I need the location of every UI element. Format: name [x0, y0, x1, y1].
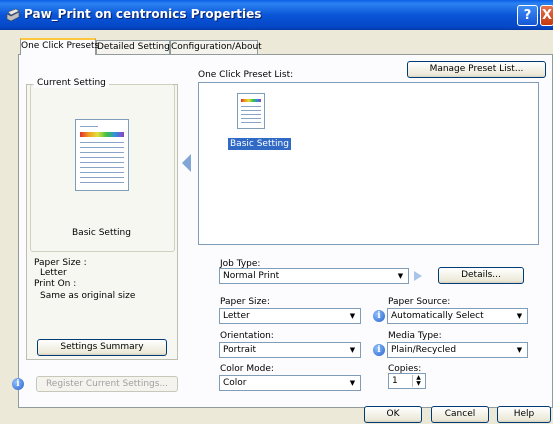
paper-size-select[interactable]: Letter ▼	[219, 308, 361, 324]
chevron-down-icon: ▼	[346, 377, 359, 389]
preset-basic-icon[interactable]	[237, 93, 265, 129]
copies-value: 1	[392, 376, 398, 386]
settings-summary-button[interactable]: Settings Summary	[37, 339, 167, 356]
paper-source-select[interactable]: Automatically Select ▼	[387, 308, 528, 324]
job-type-select[interactable]: Normal Print ▼	[219, 268, 409, 284]
paper-source-label: Paper Source:	[388, 297, 451, 307]
color-mode-value: Color	[223, 378, 247, 388]
chevron-down-icon: ▼	[513, 344, 526, 356]
close-button[interactable]: X	[540, 5, 553, 26]
info-icon: i	[12, 378, 24, 390]
print-on-summary-value: Same as original size	[40, 291, 136, 301]
paper-source-value: Automatically Select	[391, 311, 484, 321]
arrow-right-icon	[414, 271, 422, 281]
title-bar: Paw_Print on centronics Properties ? X	[0, 0, 553, 30]
media-type-value: Plain/Recycled	[391, 345, 457, 355]
chevron-down-icon: ▼	[346, 310, 359, 322]
spin-arrows-icon[interactable]: ▲ ▼	[412, 375, 424, 387]
preset-list[interactable]: Basic Setting	[198, 82, 539, 245]
tab-configuration-about[interactable]: Configuration/About	[170, 40, 262, 54]
paper-size-label: Paper Size:	[220, 297, 270, 307]
tab-one-click-presets[interactable]: One Click Presets	[20, 38, 99, 55]
details-button[interactable]: Details...	[438, 267, 524, 284]
current-setting-name: Basic Setting	[72, 228, 131, 238]
color-mode-select[interactable]: Color ▼	[219, 375, 361, 391]
paper-size-summary-label: Paper Size :	[34, 258, 87, 268]
current-setting-preview	[75, 119, 129, 191]
printer-app-icon	[6, 8, 20, 22]
cancel-button[interactable]: Cancel	[431, 406, 489, 423]
print-on-summary-label: Print On :	[34, 279, 77, 289]
chevron-down-icon: ▼	[346, 344, 359, 356]
tab-strip: One Click Presets Detailed Settings Conf…	[0, 38, 553, 55]
manage-preset-list-button[interactable]: Manage Preset List...	[407, 61, 546, 78]
info-icon: i	[373, 310, 385, 322]
ok-button[interactable]: OK	[364, 406, 422, 423]
media-type-select[interactable]: Plain/Recycled ▼	[387, 342, 528, 358]
chevron-down-icon: ▼	[513, 310, 526, 322]
current-setting-heading: Current Setting	[34, 78, 109, 88]
job-type-value: Normal Print	[223, 271, 280, 281]
orientation-select[interactable]: Portrait ▼	[219, 342, 361, 358]
register-current-settings-button[interactable]: Register Current Settings...	[36, 376, 178, 392]
chevron-down-icon: ▼	[394, 270, 407, 282]
color-mode-label: Color Mode:	[220, 364, 274, 374]
info-icon: i	[373, 344, 385, 356]
preset-basic-label[interactable]: Basic Setting	[228, 138, 291, 150]
tab-detailed-settings[interactable]: Detailed Settings	[96, 40, 175, 54]
copies-stepper[interactable]: 1 ▲ ▼	[388, 373, 426, 389]
orientation-value: Portrait	[223, 345, 257, 355]
orientation-label: Orientation:	[220, 331, 274, 341]
arrow-left-icon	[182, 154, 191, 172]
paper-size-value: Letter	[223, 311, 250, 321]
window-title: Paw_Print on centronics Properties	[24, 7, 262, 21]
preset-list-label: One Click Preset List:	[198, 70, 294, 80]
help-title-button[interactable]: ?	[517, 5, 538, 26]
help-button[interactable]: Help	[497, 406, 551, 423]
paper-size-summary-value: Letter	[40, 268, 67, 278]
media-type-label: Media Type:	[388, 331, 442, 341]
